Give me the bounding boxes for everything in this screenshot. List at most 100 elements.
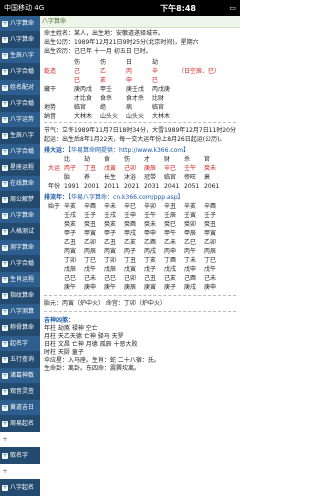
page-banner: 八字算命 [40, 16, 240, 28]
name-line: 命主姓名：某人，出生地：安徽道遂择城市。 [44, 30, 165, 37]
shensha-block: 吉神凶煞： 年柱 劫煞 禄神 空亡 月柱 天乙天德 亡神 驿马 天罗 日柱 文昌 亡… [40, 314, 240, 374]
liunian-cell: 丁巳 [84, 257, 97, 264]
plus-icon: + [2, 468, 8, 475]
sidebar-item[interactable]: + 八字运势 [0, 112, 40, 128]
sidebar-item[interactable]: + 人格测试 [0, 224, 40, 240]
plus-icon: + [2, 148, 8, 155]
liunian-cell: 丙辰 [84, 248, 97, 255]
sidebar-item-label: 八字合婚 [10, 260, 35, 267]
sidebar-item[interactable]: + 八字算命 [0, 32, 40, 48]
sidebar-item-label: 生辰八字 [10, 132, 35, 139]
sidebar-item-label: 八字运势 [10, 116, 35, 123]
sidebar-item[interactable]: + 姓名配对 [0, 80, 40, 96]
sidebar-item[interactable]: + 测字算命 [0, 240, 40, 256]
birth-solar: 出生公历：1989年12月21日9时25分(北京时间)，星期六 [44, 39, 199, 46]
liunian-cell: 甲申 [144, 230, 157, 237]
liunian-cell: 乙酉 [144, 239, 157, 246]
liunian-cell: 癸亥 [104, 221, 117, 228]
qiyun-line: 起运：出生后8年1月22天，每一交大运年份上8月26日起运(公历)。 [44, 136, 226, 143]
sidebar-item[interactable]: + 星座运程 [0, 160, 40, 176]
sidebar-item[interactable]: + 八字合婚 [0, 64, 40, 80]
sidebar-item[interactable]: + 生辰八字 [0, 48, 40, 64]
liunian-cell: 壬戌 [64, 212, 77, 219]
sidebar-item-label: 姓名测试 [10, 436, 35, 443]
sidebar-item[interactable]: + 宝宝起名 [0, 464, 40, 480]
sidebar-item[interactable]: + 八字起名 [0, 480, 40, 496]
sidebar-item-label: 五行查询 [10, 356, 35, 363]
plus-icon: + [2, 308, 8, 315]
liunian-link[interactable]: 【华易八字算命：cn.k366.com/ppp.asp】 [68, 194, 184, 201]
sidebar-item[interactable]: + 生辰八字 [0, 128, 40, 144]
liunian-cell: 甲寅 [204, 230, 217, 237]
liunian-row: 癸亥 癸丑 癸亥 癸酉 癸未 癸巳 癸卯 癸丑 [48, 220, 236, 229]
liunian-cell: 丙戌 [144, 248, 157, 255]
main-content: 八字算命 命主姓名：某人，出生地：安徽道遂择城市。 出生公历：1989年12月2… [40, 16, 240, 426]
plus-icon: + [2, 356, 8, 363]
liunian-cell: 戊申 [184, 266, 197, 273]
sidebar-item[interactable]: + 在线算命 [0, 176, 40, 192]
liunian-cell: 丁丑 [124, 257, 137, 264]
pillar-nayin-row: 纳音 大林木 山头火 山头火 大林木 [44, 113, 171, 120]
dayun-shen-row: 比劫食伤才财杀官 [64, 156, 211, 163]
sidebar-item[interactable]: + 周易起名 [0, 416, 40, 432]
liunian-cell: 丁酉 [164, 257, 177, 264]
sidebar-item[interactable]: + 观音灵签 [0, 384, 40, 400]
sidebar-item-label: 八字算命 [10, 20, 35, 27]
liunian-cell: 庚子 [164, 284, 177, 291]
sidebar-item[interactable]: + 八字算命 [0, 16, 40, 32]
dayun-zhi-row: 胎养长生 沐浴 冠带 临官 帝旺衰 [64, 174, 211, 181]
jieqi-line: 节气：立冬1989年11月7日18时34分，大雪1989年12月7日11时20分 [44, 127, 236, 134]
liunian-cell: 乙卯 [204, 239, 217, 246]
sidebar-item[interactable]: + 八字测算 [0, 304, 40, 320]
plus-icon: + [2, 324, 8, 331]
sidebar-item[interactable]: + 姓名测试 [0, 432, 40, 448]
liunian-cell: 丙辰 [204, 248, 217, 255]
sidebar-item[interactable]: + 称骨算命 [0, 320, 40, 336]
sidebar-item[interactable]: + 八字算命 [0, 208, 40, 224]
shensha-line: 日柱 文昌 亡神 月德 孤辰 十恶大败 [44, 341, 138, 348]
liunian-cell: 壬戌 [104, 212, 117, 219]
sidebar-item-label: 姓名配对 [10, 84, 35, 91]
sidebar-item[interactable]: + 周公解梦 [0, 192, 40, 208]
sidebar-item[interactable]: + 八字合婚 [0, 256, 40, 272]
sidebar-item[interactable]: + 八字合婚 [0, 144, 40, 160]
liunian-cell: 己酉 [184, 275, 197, 282]
liunian-row: 甲子 甲寅 甲子 甲戌 甲申 甲午 甲辰 甲寅 [48, 229, 236, 238]
sidebar-item-label: 八字合婚 [10, 100, 35, 107]
sidebar-item-label: 测字算命 [10, 244, 35, 251]
sidebar-item[interactable]: + 取名字 [0, 448, 40, 464]
sidebar-item-label: 八字合婚 [10, 68, 35, 75]
liunian-cell: 己巳 [104, 275, 117, 282]
liunian-cell: 乙丑 [64, 239, 77, 246]
sidebar-item[interactable]: + 起名字 [0, 336, 40, 352]
pillars-grid: 伤伤日劫 乾造 己乙丙辛 （日空辰、巳） 巳亥申巳 藏干 庚丙戊 甲壬 庚壬戊 丙戊庚… [40, 57, 240, 120]
sidebar-item[interactable]: + 指纹算命 [0, 288, 40, 304]
liunian-cell: 己未 [204, 275, 217, 282]
dayun-link[interactable]: 【华易算命网提供：http://www.k366.com】 [68, 147, 189, 154]
liunian-cell: 庚辰 [124, 284, 137, 291]
plus-icon: + [2, 116, 8, 123]
sidebar-item[interactable]: + 八字合婚 [0, 96, 40, 112]
sidebar-item[interactable]: + 五行查询 [0, 352, 40, 368]
liunian-cell: 癸丑 [84, 221, 97, 228]
plus-icon: + [2, 164, 8, 171]
liunian-cell: 丙子 [124, 248, 137, 255]
sidebar-item-label: 起名字 [10, 340, 29, 347]
plus-icon: + [2, 244, 8, 251]
plus-icon: + [2, 52, 8, 59]
liunian-cell: 庚申 [84, 284, 97, 291]
plus-icon: + [2, 36, 8, 43]
liunian-cell: 癸亥 [64, 221, 77, 228]
liunian-row: 丁卯 丁巳 丁卯 丁丑 丁亥 丁酉 丁未 丁巳 [48, 256, 236, 265]
shensha-line: 年柱 劫煞 禄神 空亡 [44, 325, 98, 332]
liunian-cell: 丁卯 [104, 257, 117, 264]
sidebar-item-label: 生肖运程 [10, 276, 35, 283]
sidebar-item[interactable]: + 黄道吉日 [0, 400, 40, 416]
liunian-cell: 壬辰 [164, 212, 177, 219]
liunian-title: 排流年： [44, 194, 69, 201]
liunian-row: 壬戌 壬子 壬戌 壬申 壬午 壬辰 壬寅 壬子 [48, 211, 236, 220]
sidebar-item[interactable]: + 诸葛神数 [0, 368, 40, 384]
sidebar-item[interactable]: + 生肖运程 [0, 272, 40, 288]
liunian-cell: 丁未 [184, 257, 197, 264]
plus-icon: + [2, 340, 8, 347]
